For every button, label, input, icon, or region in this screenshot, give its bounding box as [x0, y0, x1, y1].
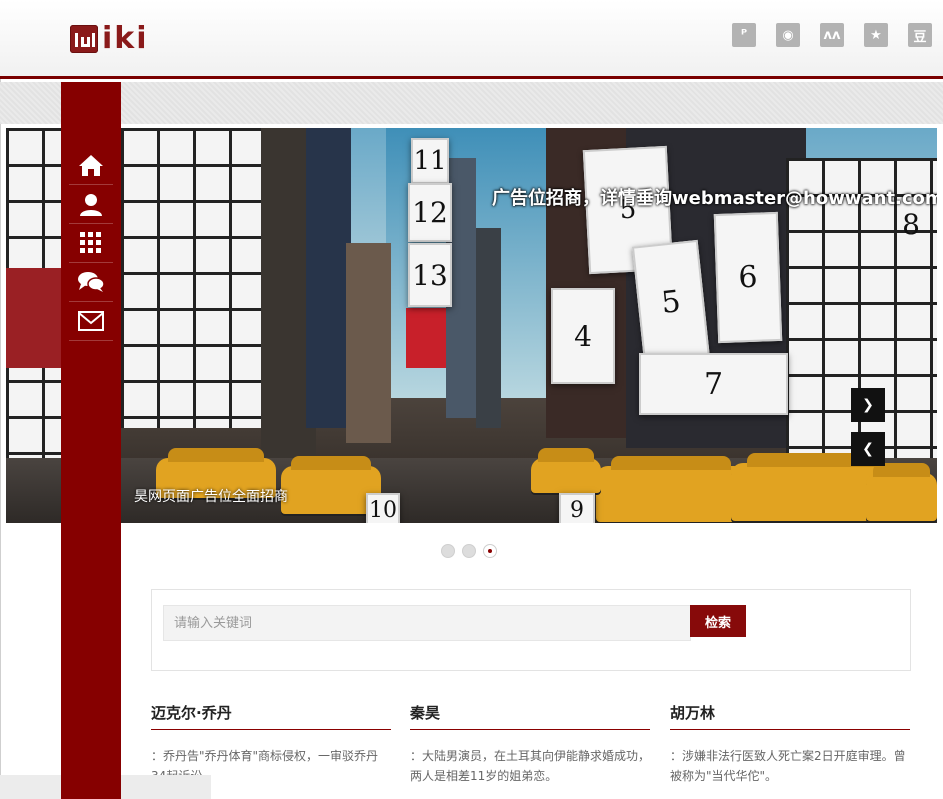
billboard-12: 12: [408, 183, 452, 242]
slider-prev-button[interactable]: ❮: [851, 432, 885, 466]
chevron-right-icon: ❯: [862, 397, 874, 413]
banner-taxi: [531, 448, 601, 493]
billboard-8: 8: [902, 207, 920, 241]
home-icon: [79, 155, 103, 176]
search-panel: 检索: [151, 589, 911, 671]
slider-pagination: [441, 544, 497, 558]
billboard-4: 4: [551, 288, 615, 384]
site-header: iki ᴾ ◉ ʌʌ ★ 豆: [0, 0, 943, 79]
nav-apps[interactable]: [61, 224, 121, 262]
banner-building: [346, 243, 391, 443]
billboard-10: 10: [366, 493, 400, 523]
star-icon[interactable]: ★: [864, 23, 888, 47]
nav-chat[interactable]: [61, 263, 121, 301]
nav-mail[interactable]: [61, 302, 121, 340]
search-button[interactable]: 检索: [690, 605, 746, 637]
nav-home[interactable]: [61, 146, 121, 184]
apps-grid-icon: [80, 232, 101, 253]
banner-building: [476, 228, 501, 428]
news-text: ：大陆男演员，在土耳其向伊能静求婚成功，两人是相差11岁的姐弟恋。: [410, 749, 651, 783]
slider-dot-1[interactable]: [441, 544, 455, 558]
logo-mark-icon: [70, 25, 98, 53]
search-input[interactable]: [163, 605, 691, 641]
banner-taxi: [866, 463, 937, 521]
user-icon: [80, 194, 102, 216]
billboard-13: 13: [408, 243, 452, 307]
banner-red-sign: [406, 308, 446, 368]
chat-icon: [78, 272, 105, 292]
news-title[interactable]: 胡万林: [670, 702, 910, 730]
banner-taxi: [596, 456, 746, 522]
pattern-stripe: [0, 82, 943, 124]
logo-text: iki: [102, 21, 149, 56]
news-title[interactable]: 迈克尔·乔丹: [151, 702, 391, 730]
banner-building-left2: [121, 128, 261, 428]
banner-slider[interactable]: 11 12 13 5 4 6 5 7 8 10 9 广告位招商，详情垂询webm…: [6, 128, 937, 523]
baidu-icon[interactable]: ᴾ: [732, 23, 756, 47]
nav-user[interactable]: [61, 185, 121, 223]
renren-icon[interactable]: ʌʌ: [820, 23, 844, 47]
mail-icon: [78, 311, 104, 331]
slider-dot-3[interactable]: [483, 544, 497, 558]
site-logo[interactable]: iki: [70, 22, 149, 56]
billboard-5b: 5: [631, 239, 711, 366]
news-title[interactable]: 秦昊: [410, 702, 650, 730]
banner-caption[interactable]: 昊网页面广告位全面招商: [134, 486, 288, 506]
billboard-9: 9: [559, 493, 595, 523]
side-nav: [61, 82, 121, 799]
news-column-2: 秦昊 ：大陆男演员，在土耳其向伊能静求婚成功，两人是相差11岁的姐弟恋。: [410, 702, 650, 786]
news-text: ：涉嫌非法行医致人死亡案2日开庭审理。曾被称为"当代华佗"。: [670, 749, 906, 783]
news-column-3: 胡万林 ：涉嫌非法行医致人死亡案2日开庭审理。曾被称为"当代华佗"。: [670, 702, 910, 786]
billboard-7: 7: [639, 353, 788, 415]
banner-ad-text: 广告位招商，详情垂询webmaster@howwant.com: [492, 188, 937, 209]
banner-red-sign: [6, 268, 66, 368]
slider-next-button[interactable]: ❯: [851, 388, 885, 422]
news-column-1: 迈克尔·乔丹 ：乔丹告"乔丹体育"商标侵权，一审驳乔丹34起诉讼。: [151, 702, 391, 786]
billboard-6: 6: [713, 211, 783, 344]
douban-icon[interactable]: 豆: [908, 23, 932, 47]
chevron-left-icon: ❮: [862, 441, 874, 457]
social-links: ᴾ ◉ ʌʌ ★ 豆: [732, 23, 932, 47]
weibo-icon[interactable]: ◉: [776, 23, 800, 47]
banner-building: [306, 128, 351, 428]
billboard-11: 11: [411, 138, 449, 184]
slider-dot-2[interactable]: [462, 544, 476, 558]
